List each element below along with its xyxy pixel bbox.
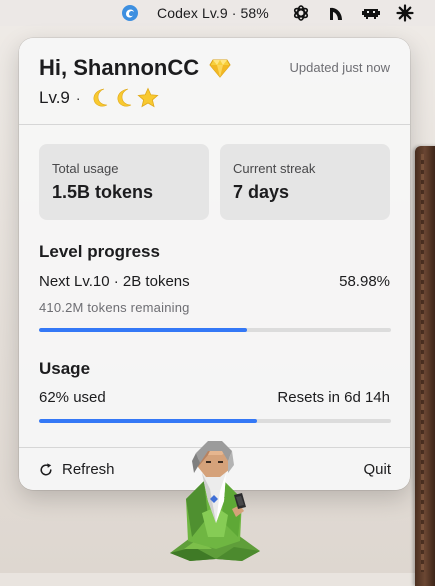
usage-progress-fill [39,419,258,423]
gem-icon [209,59,231,78]
invader-icon[interactable] [360,3,382,23]
level-badges [89,87,159,109]
quit-label: Quit [363,461,391,478]
quit-button[interactable]: Quit [363,461,391,478]
usage-title: Usage [39,359,91,378]
greeting-header: Hi, ShannonCC [39,55,231,81]
current-streak-label: Current streak [233,161,316,176]
app-swirl-icon[interactable] [120,3,140,23]
menu-bar: Codex Lv.9 · 58% [0,0,435,26]
starburst-icon[interactable] [395,3,415,23]
crescent-moon-icon [93,88,107,107]
usage-popover: Hi, ShannonCC Updated just now Lv.9 · To… [19,38,410,490]
level-progress-fill [39,328,247,332]
usage-progress-bar [39,419,391,423]
refresh-button[interactable]: Refresh [38,461,115,478]
menu-bar-status[interactable]: Codex Lv.9 · 58% [157,3,269,23]
picture-frame [415,146,435,586]
usage-used-text: 62% used [39,389,106,406]
level-label: Lv.9 [39,88,70,107]
total-usage-card: Total usage 1.5B tokens [39,144,209,220]
level-progress-percent: 58.98% [339,273,390,290]
refresh-label: Refresh [62,461,115,478]
openai-icon[interactable] [291,3,311,23]
greeting-text: Hi, ShannonCC [39,55,200,80]
next-level-text: Next Lv.10 · 2B tokens [39,273,190,290]
level-line: Lv.9 · [39,87,159,109]
wizard-mascot [170,441,260,561]
refresh-icon [40,462,52,475]
total-usage-label: Total usage [52,161,119,176]
header-divider [19,124,410,125]
usage-reset-text: Resets in 6d 14h [277,389,390,406]
current-streak-value: 7 days [233,182,290,202]
current-streak-card: Current streak 7 days [220,144,390,220]
tokens-remaining-text: 410.2M tokens remaining [39,300,190,315]
updated-status: Updated just now [289,60,390,75]
crescent-moon-icon [117,88,131,107]
level-progress-title: Level progress [39,242,160,261]
moon-arc-icon[interactable] [326,3,346,23]
total-usage-value: 1.5B tokens [52,182,154,202]
level-separator: · [75,90,81,106]
level-progress-bar [39,328,391,332]
star-icon [136,87,159,108]
